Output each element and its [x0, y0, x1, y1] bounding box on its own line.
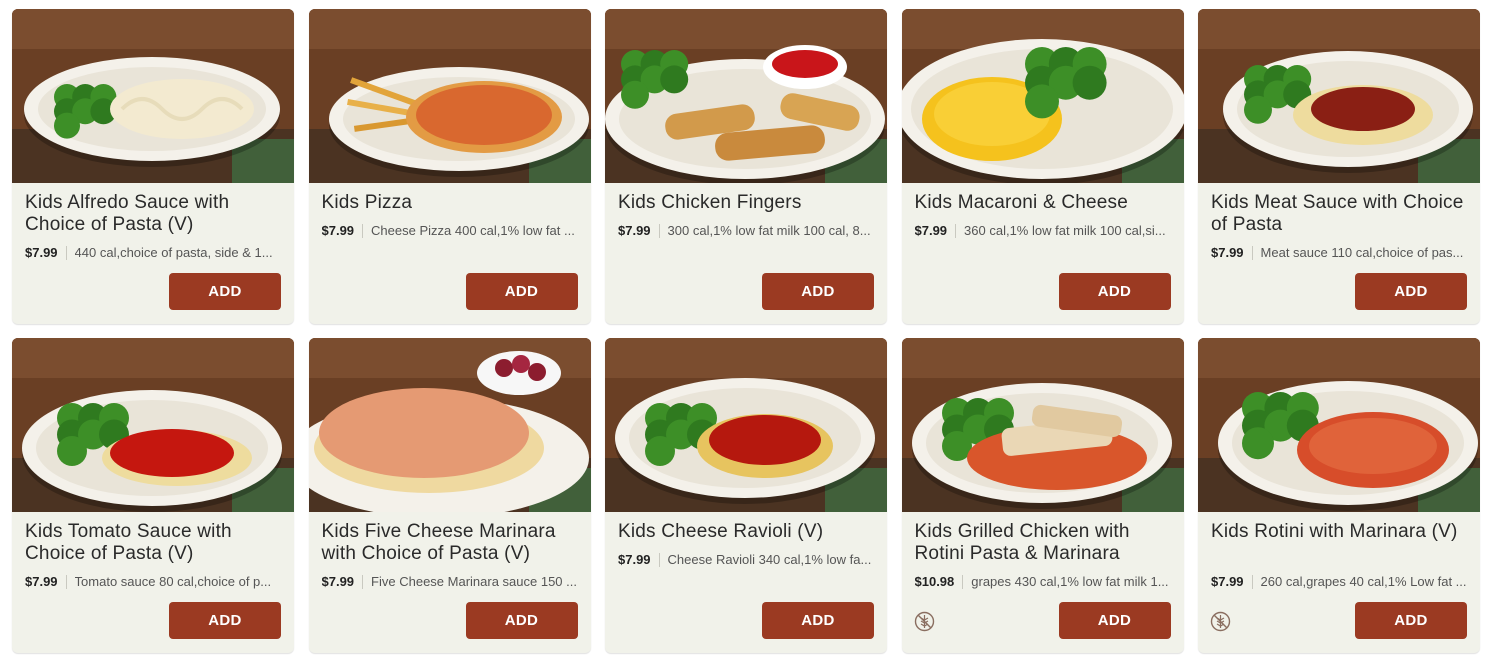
menu-item-price: $7.99 — [1211, 245, 1244, 260]
menu-item-card[interactable]: Kids Five Cheese Marinara with Choice of… — [308, 338, 591, 653]
menu-item-meta: $7.99 440 cal,choice of pasta, side & 1.… — [25, 245, 281, 260]
menu-item-photo[interactable] — [1198, 338, 1480, 512]
menu-item-photo[interactable] — [12, 9, 294, 183]
add-button[interactable]: ADD — [169, 602, 281, 639]
divider — [65, 245, 67, 260]
menu-item-card[interactable]: Kids Grilled Chicken with Rotini Pasta &… — [901, 338, 1184, 653]
menu-item-description: 360 cal,1% low fat milk 100 cal,si... — [964, 223, 1166, 238]
menu-item-card[interactable]: Kids Meat Sauce with Choice of Pasta $7.… — [1198, 9, 1480, 324]
menu-item-meta: $7.99 260 cal,grapes 40 cal,1% Low fat .… — [1211, 574, 1467, 589]
menu-item-name[interactable]: Kids Rotini with Marinara (V) — [1211, 521, 1473, 543]
menu-item-description: Meat sauce 110 cal,choice of pas... — [1260, 245, 1464, 260]
add-button[interactable]: ADD — [169, 273, 281, 310]
menu-item-price: $7.99 — [914, 223, 948, 238]
divider — [1251, 245, 1253, 260]
menu-item-description: 440 cal,choice of pasta, side & 1... — [74, 245, 273, 260]
divider — [955, 223, 957, 238]
menu-item-card[interactable]: Kids Cheese Ravioli (V) $7.99 Cheese Rav… — [605, 338, 887, 653]
menu-item-card[interactable]: Kids Alfredo Sauce with Choice of Pasta … — [12, 9, 294, 324]
menu-item-meta: $7.99 Five Cheese Marinara sauce 150 ... — [322, 574, 578, 589]
add-button[interactable]: ADD — [465, 273, 578, 310]
menu-item-name[interactable]: Kids Macaroni & Cheese — [915, 192, 1177, 214]
divider — [962, 574, 964, 589]
add-button[interactable]: ADD — [762, 273, 874, 310]
menu-item-photo[interactable] — [605, 9, 887, 183]
menu-item-card[interactable]: Kids Macaroni & Cheese $7.99 360 cal,1% … — [901, 9, 1184, 324]
gluten-free-icon — [1210, 611, 1231, 632]
menu-item-photo[interactable] — [308, 9, 591, 183]
add-button[interactable]: ADD — [1058, 602, 1171, 639]
add-button[interactable]: ADD — [1355, 602, 1467, 639]
menu-item-price: $7.99 — [25, 574, 58, 589]
menu-item-name[interactable]: Kids Pizza — [322, 192, 584, 214]
menu-item-name[interactable]: Kids Grilled Chicken with Rotini Pasta &… — [915, 521, 1177, 565]
menu-item-price: $10.98 — [914, 574, 955, 589]
menu-item-price: $7.99 — [618, 223, 651, 238]
add-button[interactable]: ADD — [1355, 273, 1467, 310]
divider — [658, 223, 660, 238]
menu-item-photo[interactable] — [308, 338, 591, 512]
divider — [658, 552, 660, 567]
menu-item-name[interactable]: Kids Alfredo Sauce with Choice of Pasta … — [25, 192, 287, 236]
divider — [362, 574, 364, 589]
menu-item-price: $7.99 — [25, 245, 58, 260]
menu-item-meta: $7.99 Cheese Ravioli 340 cal,1% low fa..… — [618, 552, 874, 567]
menu-item-description: Tomato sauce 80 cal,choice of p... — [74, 574, 272, 589]
menu-item-name[interactable]: Kids Meat Sauce with Choice of Pasta — [1211, 192, 1473, 236]
divider — [362, 223, 364, 238]
menu-item-description: Cheese Pizza 400 cal,1% low fat ... — [371, 223, 575, 238]
menu-item-meta: $7.99 Tomato sauce 80 cal,choice of p... — [25, 574, 281, 589]
add-button[interactable]: ADD — [465, 602, 578, 639]
add-button[interactable]: ADD — [1058, 273, 1171, 310]
menu-item-meta: $7.99 Cheese Pizza 400 cal,1% low fat ..… — [322, 223, 578, 238]
menu-item-price: $7.99 — [618, 552, 651, 567]
menu-item-name[interactable]: Kids Chicken Fingers — [618, 192, 880, 214]
menu-item-card[interactable]: Kids Pizza $7.99 Cheese Pizza 400 cal,1%… — [308, 9, 591, 324]
menu-item-meta: $7.99 Meat sauce 110 cal,choice of pas..… — [1211, 245, 1467, 260]
menu-grid: Kids Alfredo Sauce with Choice of Pasta … — [12, 9, 1480, 653]
menu-item-photo[interactable] — [901, 338, 1184, 512]
menu-item-name[interactable]: Kids Five Cheese Marinara with Choice of… — [322, 521, 584, 565]
menu-item-card[interactable]: Kids Rotini with Marinara (V) $7.99 260 … — [1198, 338, 1480, 653]
menu-item-card[interactable]: Kids Tomato Sauce with Choice of Pasta (… — [12, 338, 294, 653]
menu-item-meta: $10.98 grapes 430 cal,1% low fat milk 1.… — [915, 574, 1171, 589]
menu-item-description: grapes 430 cal,1% low fat milk 1... — [971, 574, 1169, 589]
menu-item-photo[interactable] — [901, 9, 1184, 183]
gluten-free-icon — [914, 611, 935, 632]
menu-item-price: $7.99 — [321, 223, 355, 238]
menu-item-name[interactable]: Kids Cheese Ravioli (V) — [618, 521, 880, 543]
menu-item-price: $7.99 — [1211, 574, 1244, 589]
menu-item-photo[interactable] — [605, 338, 887, 512]
divider — [1251, 574, 1253, 589]
menu-item-meta: $7.99 300 cal,1% low fat milk 100 cal, 8… — [618, 223, 874, 238]
menu-item-name[interactable]: Kids Tomato Sauce with Choice of Pasta (… — [25, 521, 287, 565]
menu-item-description: 300 cal,1% low fat milk 100 cal, 8... — [667, 223, 871, 238]
divider — [65, 574, 67, 589]
menu-item-meta: $7.99 360 cal,1% low fat milk 100 cal,si… — [915, 223, 1171, 238]
menu-item-description: Five Cheese Marinara sauce 150 ... — [371, 574, 577, 589]
menu-item-card[interactable]: Kids Chicken Fingers $7.99 300 cal,1% lo… — [605, 9, 887, 324]
add-button[interactable]: ADD — [762, 602, 874, 639]
menu-item-price: $7.99 — [321, 574, 355, 589]
menu-item-description: 260 cal,grapes 40 cal,1% Low fat ... — [1260, 574, 1467, 589]
menu-item-description: Cheese Ravioli 340 cal,1% low fa... — [667, 552, 872, 567]
menu-item-photo[interactable] — [12, 338, 294, 512]
menu-item-photo[interactable] — [1198, 9, 1480, 183]
